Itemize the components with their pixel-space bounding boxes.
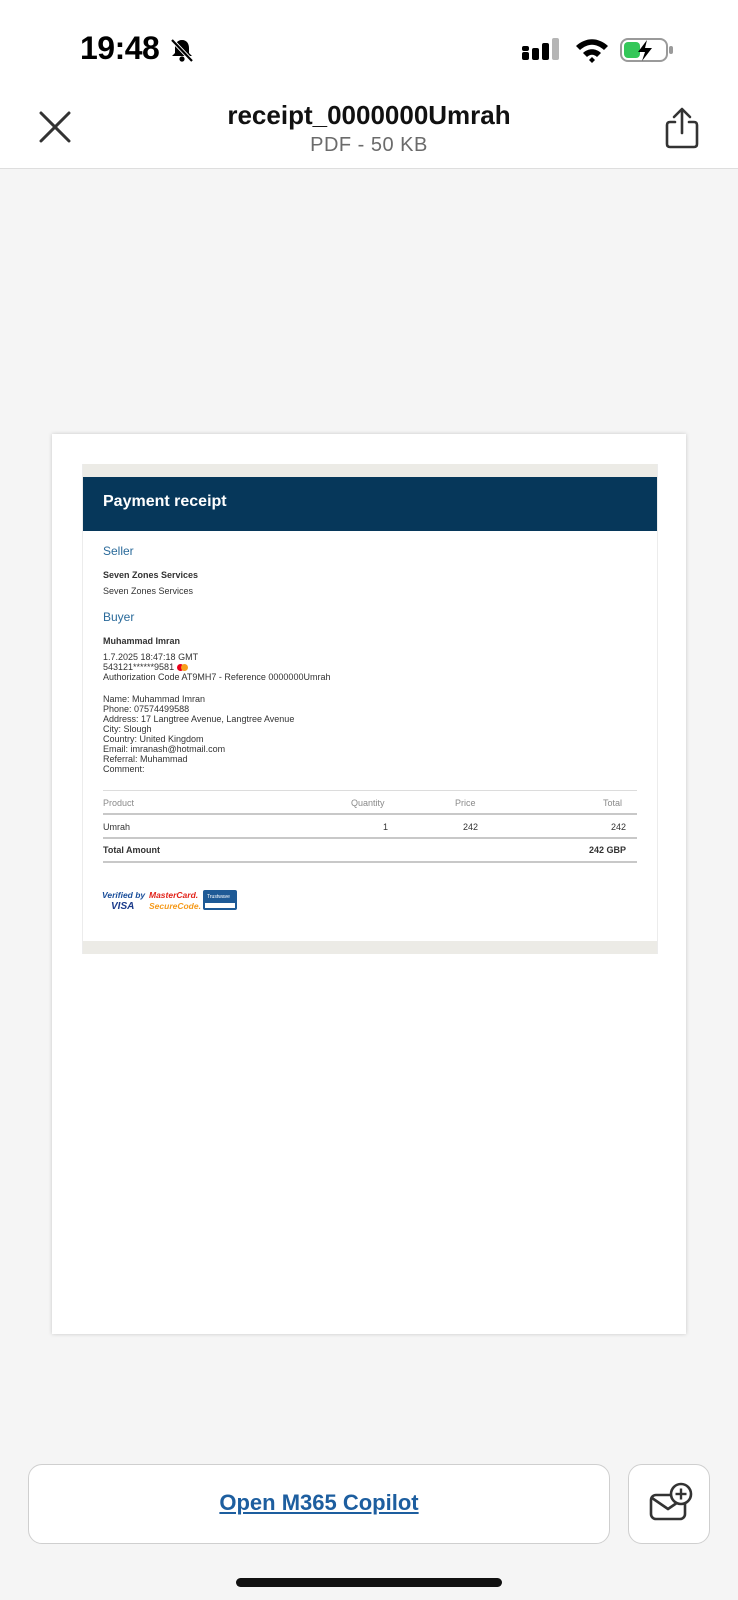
row-rule xyxy=(103,837,637,839)
detail-name: Name: Muhammad Imran xyxy=(103,694,206,704)
mail-plus-icon xyxy=(649,1482,693,1521)
detail-referral: Referral: Muhammad xyxy=(103,754,188,764)
receipt-bottom-band xyxy=(83,941,657,954)
detail-city: City: Slough xyxy=(103,724,152,734)
mastercard-icon xyxy=(176,662,188,672)
visa-bottom-text: VISA xyxy=(111,901,134,912)
cellular-signal-icon xyxy=(522,38,559,60)
buyer-label: Buyer xyxy=(103,610,135,624)
pdf-page[interactable]: Payment receipt Seller Seven Zones Servi… xyxy=(52,434,686,1334)
buyer-name-bold: Muhammad Imran xyxy=(103,636,181,646)
total-label: Total Amount xyxy=(103,845,160,855)
seller-name-bold: Seven Zones Services xyxy=(103,570,199,580)
open-copilot-label[interactable]: Open M365 Copilot xyxy=(219,1490,418,1516)
col-quantity: Quantity xyxy=(351,798,385,808)
payment-receipt: Payment receipt Seller Seven Zones Servi… xyxy=(82,464,658,954)
trustwave-text: Trustwave xyxy=(207,894,230,900)
col-price: Price xyxy=(455,798,476,808)
receipt-header: Payment receipt xyxy=(83,477,657,531)
receipt-top-band xyxy=(83,464,657,477)
top-bar: 19:48 receipt_0000000Umrah PDF - 50 KB xyxy=(0,0,738,169)
compose-mail-button[interactable] xyxy=(628,1464,710,1544)
col-product: Product xyxy=(103,798,135,808)
seller-name: Seven Zones Services xyxy=(103,586,194,596)
detail-country: Country: United Kingdom xyxy=(103,734,204,744)
battery-charging-icon xyxy=(620,38,673,62)
file-meta: PDF - 50 KB xyxy=(310,134,428,156)
receipt-heading: Payment receipt xyxy=(103,493,227,510)
authorization-line: Authorization Code AT9MH7 - Reference 00… xyxy=(103,672,331,682)
silent-bell-icon xyxy=(170,38,194,63)
total-rule xyxy=(103,861,637,863)
card-number: 543121******9581 xyxy=(103,662,175,672)
detail-comment: Comment: xyxy=(103,764,145,774)
home-indicator[interactable] xyxy=(236,1578,502,1587)
row-total: 242 xyxy=(611,822,627,832)
wifi-icon xyxy=(576,39,608,63)
open-copilot-button[interactable]: Open M365 Copilot xyxy=(28,1464,610,1544)
status-time: 19:48 xyxy=(80,30,160,66)
detail-email: Email: imranash@hotmail.com xyxy=(103,744,226,754)
payment-logos: Verified by VISA MasterCard. SecureCode.… xyxy=(101,888,251,914)
mastercard-bottom-text: SecureCode. xyxy=(149,901,201,911)
file-title: receipt_0000000Umrah xyxy=(227,100,511,130)
payment-date: 1.7.2025 18:47:18 GMT xyxy=(103,652,199,662)
mastercard-top-text: MasterCard. xyxy=(149,890,198,900)
visa-top-text: Verified by xyxy=(102,890,146,900)
row-product: Umrah xyxy=(103,822,131,832)
security-logos-icon: Verified by VISA MasterCard. SecureCode.… xyxy=(102,890,237,912)
card-line: 543121******9581 xyxy=(103,662,188,673)
header-rule xyxy=(103,813,637,815)
detail-phone: Phone: 07574499588 xyxy=(103,704,190,714)
seller-label: Seller xyxy=(103,544,134,558)
row-quantity: 1 xyxy=(383,822,389,832)
col-total: Total xyxy=(603,798,623,808)
total-value: 242 GBP xyxy=(589,845,627,855)
detail-address: Address: 17 Langtree Avenue, Langtree Av… xyxy=(103,714,295,724)
row-price: 242 xyxy=(463,822,479,832)
table-top-rule xyxy=(103,790,637,791)
share-icon[interactable] xyxy=(662,106,702,150)
